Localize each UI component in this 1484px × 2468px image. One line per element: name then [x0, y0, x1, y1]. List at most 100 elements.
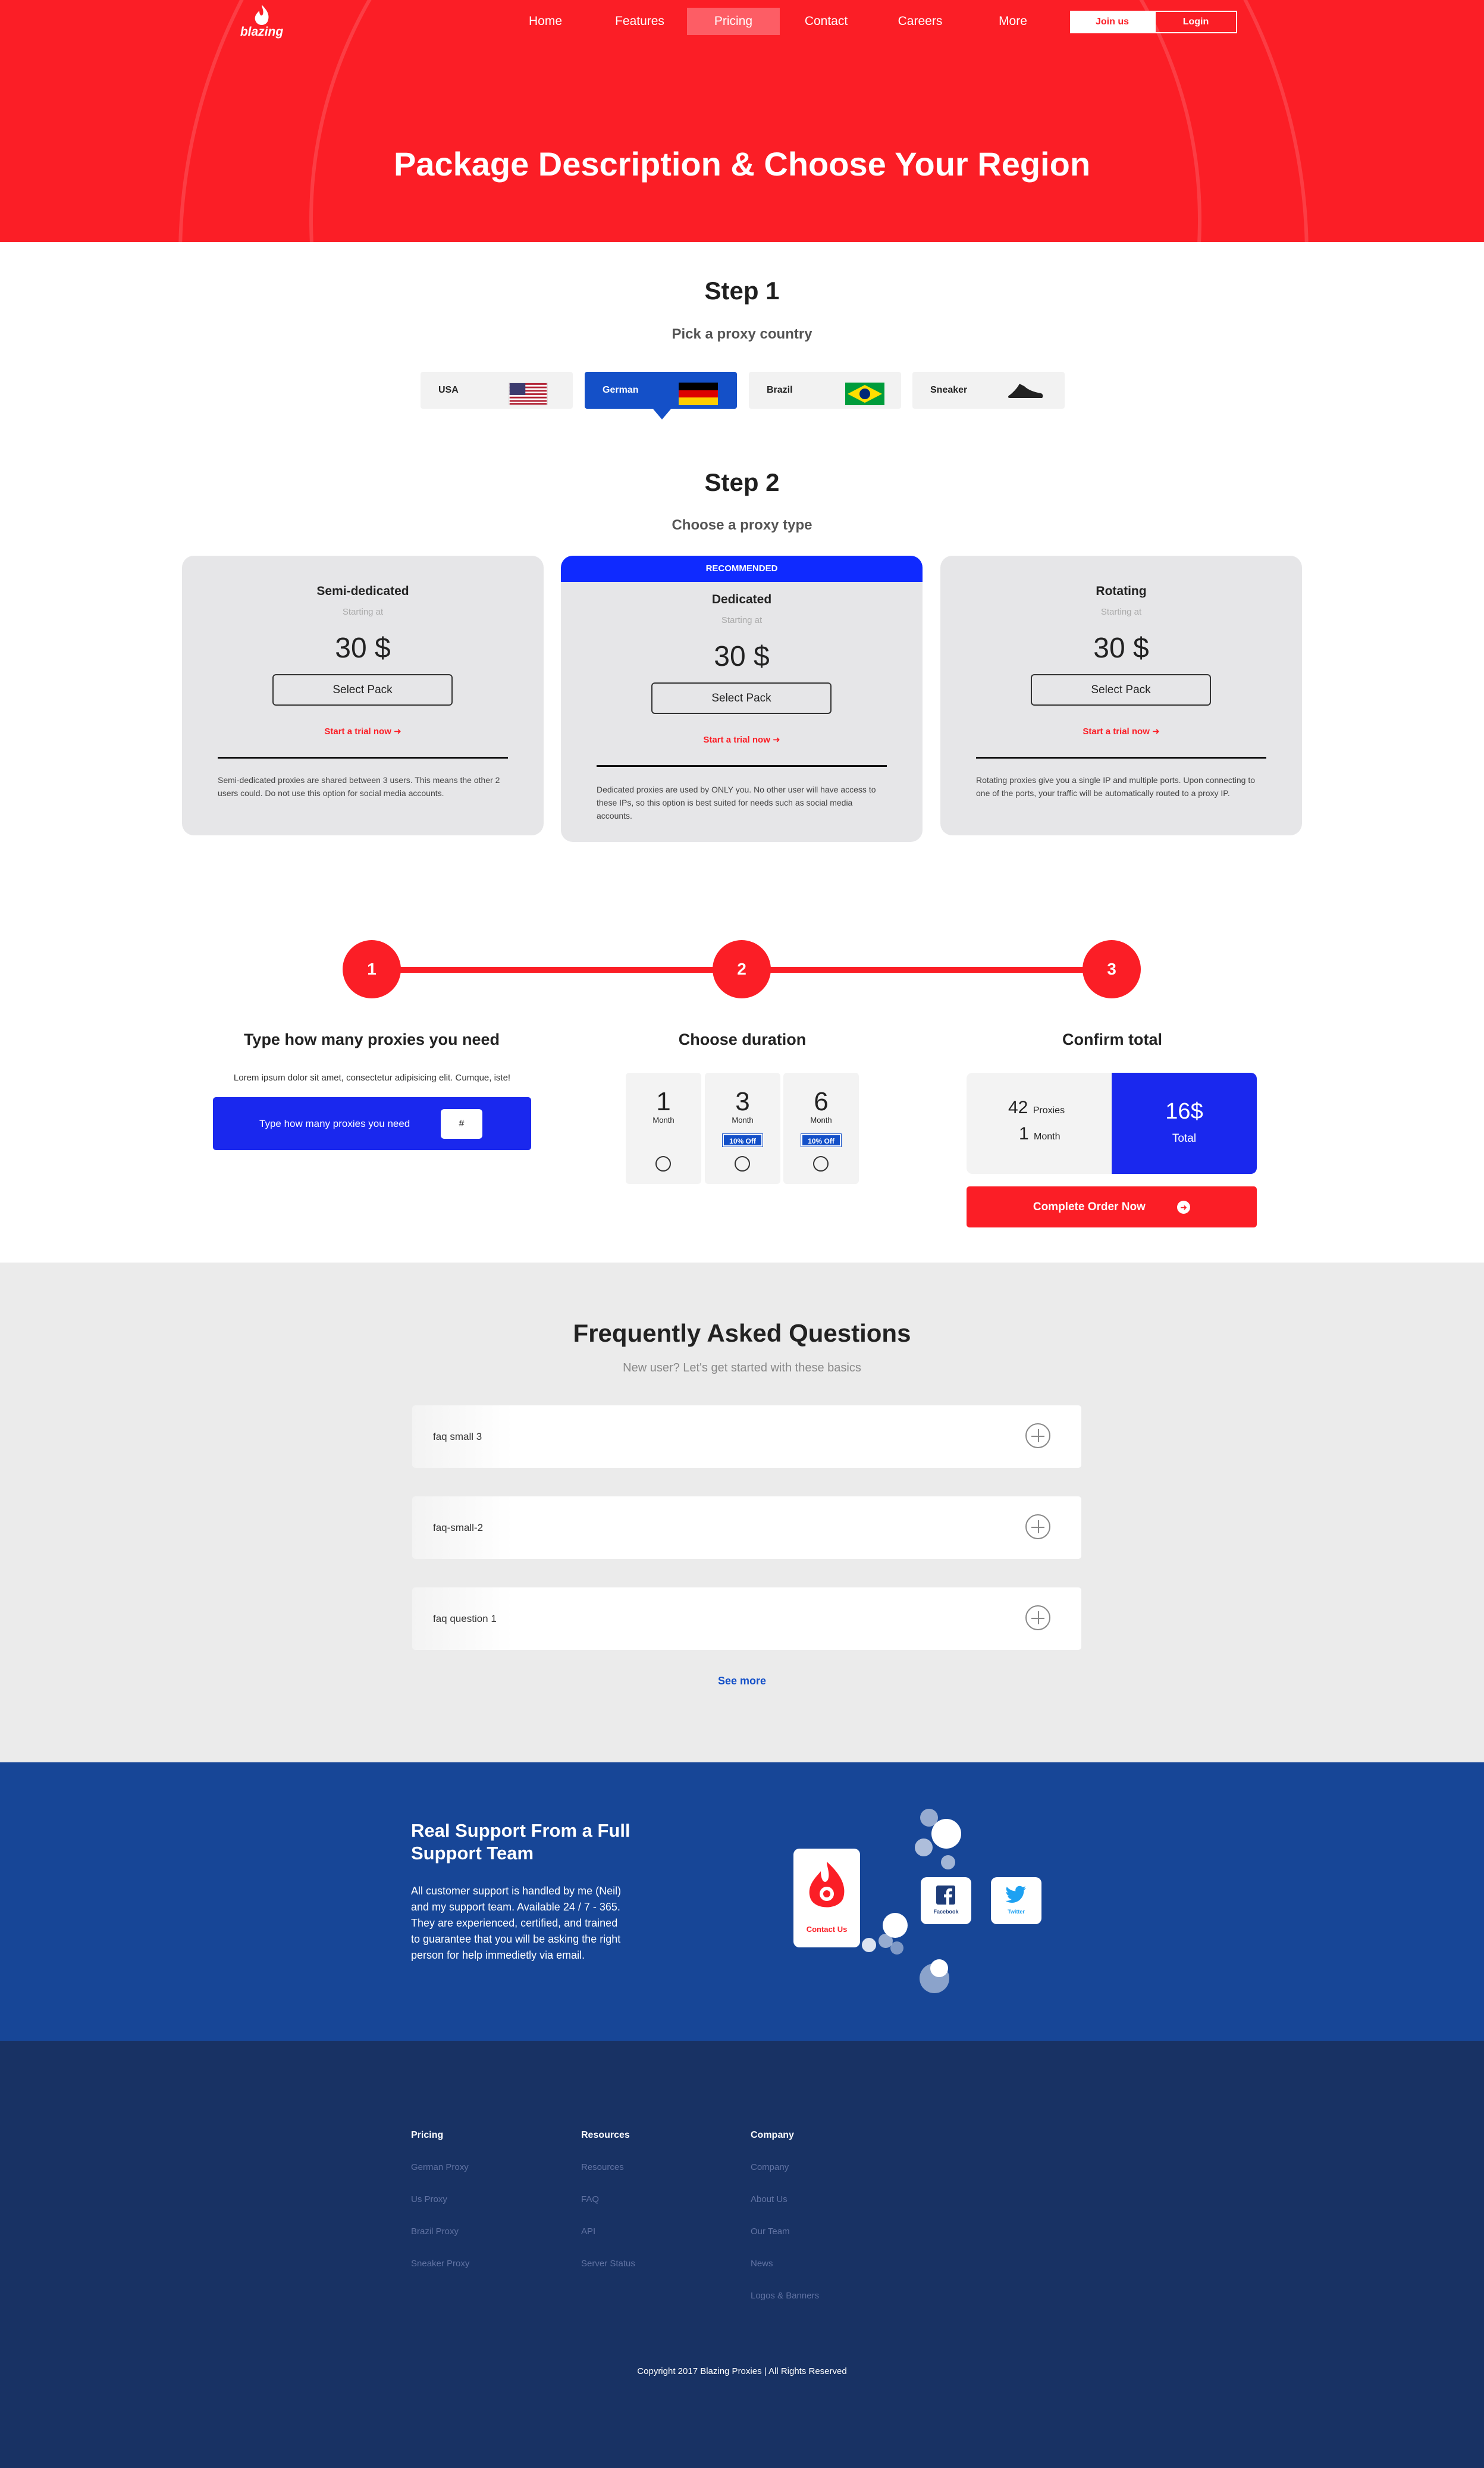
footer-link[interactable]: Server Status [581, 2259, 635, 2269]
support-text: All customer support is handled by me (N… [411, 1885, 622, 1961]
quantity-input[interactable]: # [441, 1109, 482, 1139]
select-pack-button[interactable]: Select Pack [272, 674, 453, 706]
usa-flag-icon [509, 383, 548, 405]
footer-link[interactable]: Resources [581, 2162, 624, 2172]
start-trial-label: Start a trial now [703, 735, 770, 745]
footer [0, 2041, 1484, 2468]
join-button[interactable]: Join us [1070, 11, 1154, 33]
sneaker-icon [1008, 384, 1043, 398]
faq-item[interactable]: faq small 3 [412, 1405, 1081, 1468]
quantity-box: Type how many proxies you need # [213, 1097, 531, 1150]
plan-price: 30 $ [714, 641, 770, 672]
duration-radio[interactable] [655, 1156, 671, 1172]
logo-wordmark: blazing [240, 25, 284, 39]
step1-title: Step 1 [704, 277, 780, 305]
duration-unit: Month [652, 1116, 674, 1125]
footer-link[interactable]: Logos & Banners [751, 2291, 819, 2301]
germany-flag-icon [679, 383, 718, 405]
plan-card-dedicated: RECOMMENDED Dedicated Starting at 30 $ S… [561, 556, 923, 842]
country-usa[interactable]: USA [421, 372, 573, 409]
nav-features[interactable]: Features [608, 8, 671, 35]
support-title: Real Support From a Full Support Team [411, 1820, 630, 1863]
duration-option-1[interactable]: 1 Month [626, 1073, 701, 1184]
plan-price: 30 $ [1093, 632, 1149, 664]
plan-price: 30 $ [335, 632, 391, 664]
country-german[interactable]: German [585, 372, 737, 419]
login-button[interactable]: Login [1154, 11, 1237, 33]
footer-link[interactable]: Company [751, 2162, 789, 2172]
footer-link[interactable]: Brazil Proxy [411, 2226, 459, 2237]
duration-radio[interactable] [813, 1156, 829, 1172]
duration-option-6[interactable]: 6 Month 10% Off [783, 1073, 859, 1184]
divider [597, 765, 887, 767]
facebook-label: Facebook [933, 1909, 959, 1915]
start-trial-link[interactable]: Start a trial now ➜ [561, 734, 923, 745]
expand-plus-icon[interactable] [1025, 1605, 1050, 1630]
months-count-label: Month [1034, 1132, 1061, 1142]
nav-more[interactable]: More [987, 8, 1039, 35]
recommended-badge: RECOMMENDED [561, 556, 923, 582]
plan-description: Dedicated proxies are used by ONLY you. … [597, 785, 876, 820]
footer-link[interactable]: Sneaker Proxy [411, 2259, 469, 2269]
plan-description: Rotating proxies give you a single IP an… [976, 775, 1256, 798]
plan-card-rotating: Rotating Starting at 30 $ Select Pack St… [940, 556, 1302, 835]
country-sneaker[interactable]: Sneaker [912, 372, 1065, 409]
duration-unit: Month [732, 1116, 754, 1125]
see-more-link[interactable]: See more [0, 1675, 1484, 1687]
faq-question: faq-small-2 [433, 1522, 484, 1533]
complete-order-button[interactable]: Complete Order Now ➜ [967, 1186, 1257, 1227]
nav-careers[interactable]: Careers [890, 8, 950, 35]
footer-link[interactable]: Our Team [751, 2226, 790, 2237]
decorative-bubble [890, 1941, 903, 1955]
plan-starting-label: Starting at [342, 607, 384, 617]
nav-home[interactable]: Home [519, 8, 572, 35]
proxies-count: 42 Proxies [1008, 1098, 1065, 1118]
plan-title: Dedicated [711, 593, 772, 606]
start-trial-link[interactable]: Start a trial now ➜ [940, 726, 1302, 737]
brand-logo[interactable]: blazing [232, 4, 291, 40]
duration-radio[interactable] [735, 1156, 750, 1172]
select-pack-button[interactable]: Select Pack [1031, 674, 1211, 706]
decorative-ring [178, 0, 1309, 242]
duration-unit: Month [810, 1116, 832, 1125]
discount-badge: 10% Off [801, 1134, 841, 1147]
footer-link[interactable]: German Proxy [411, 2162, 469, 2172]
faq-title: Frequently Asked Questions [573, 1319, 911, 1347]
country-label: Brazil [767, 385, 793, 395]
start-trial-label: Start a trial now [324, 726, 391, 737]
duration-option-3[interactable]: 3 Month 10% Off [705, 1073, 780, 1184]
complete-order-label: Complete Order Now [1033, 1201, 1146, 1213]
start-trial-link[interactable]: Start a trial now ➜ [182, 726, 544, 737]
footer-link[interactable]: About Us [751, 2194, 788, 2204]
faq-item[interactable]: faq question 1 [412, 1587, 1081, 1650]
decorative-bubble [941, 1855, 955, 1869]
faq-item[interactable]: faq-small-2 [412, 1496, 1081, 1559]
page-title: Package Description & Choose Your Region [393, 145, 1091, 183]
faq-question: faq small 3 [433, 1431, 482, 1442]
proxies-count-label: Proxies [1033, 1105, 1065, 1116]
expand-plus-icon[interactable] [1025, 1514, 1050, 1539]
progress-step-2: 2 [713, 940, 771, 998]
duration-title: Choose duration [678, 1031, 807, 1048]
nav-contact[interactable]: Contact [796, 8, 856, 35]
select-pack-button[interactable]: Select Pack [651, 682, 832, 714]
duration-number: 6 [814, 1087, 829, 1116]
total-price: 16$ [1165, 1099, 1203, 1124]
facebook-tile[interactable]: Facebook [921, 1877, 971, 1924]
country-brazil[interactable]: Brazil [749, 372, 901, 409]
progress-step-1: 1 [343, 940, 401, 998]
decorative-bubble [920, 1963, 949, 1993]
expand-plus-icon[interactable] [1025, 1423, 1050, 1448]
start-trial-label: Start a trial now [1083, 726, 1150, 737]
contact-us-tile[interactable]: Contact Us [793, 1849, 860, 1947]
support-section [0, 1762, 1484, 2041]
footer-link[interactable]: News [751, 2259, 773, 2269]
footer-col-title-company: Company [751, 2130, 794, 2140]
nav-pricing[interactable]: Pricing [687, 8, 780, 35]
twitter-tile[interactable]: Twitter [991, 1877, 1041, 1924]
total-label: Total [1172, 1132, 1197, 1145]
footer-link[interactable]: FAQ [581, 2194, 599, 2204]
footer-link[interactable]: Us Proxy [411, 2194, 447, 2204]
footer-link[interactable]: API [581, 2226, 595, 2237]
proxies-count-value: 42 [1008, 1098, 1028, 1117]
